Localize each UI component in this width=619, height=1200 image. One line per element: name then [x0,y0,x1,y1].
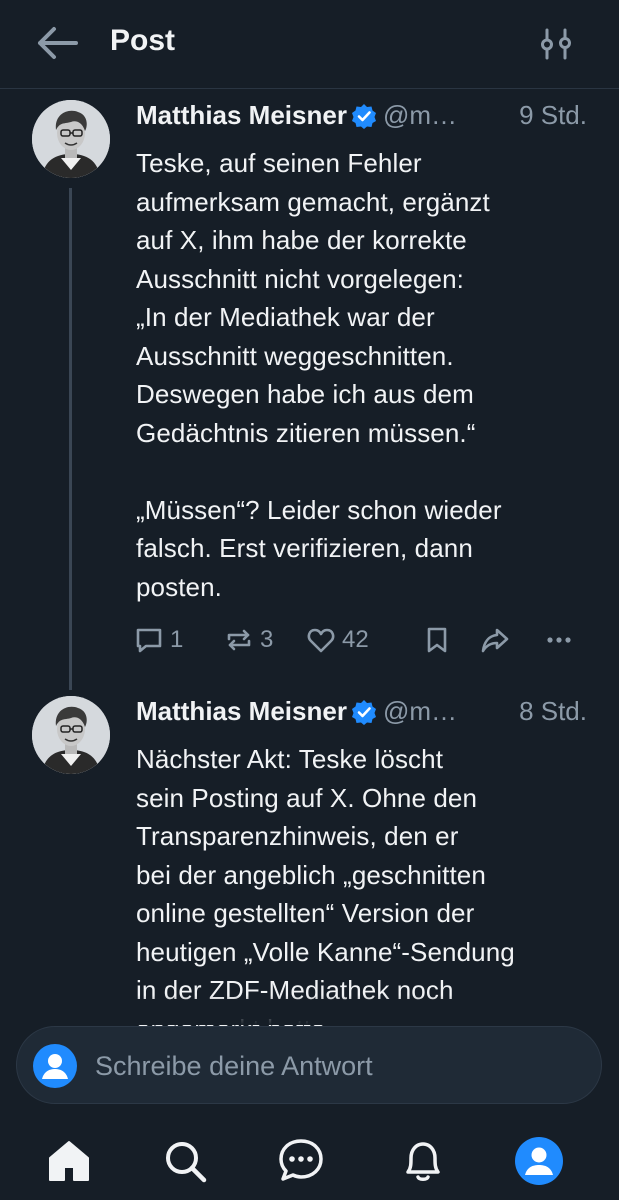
page-title: Post [110,24,176,57]
profile-icon [515,1137,563,1185]
verified-badge-icon [351,699,376,725]
thread-settings-button[interactable] [538,26,574,62]
like-count: 42 [342,626,369,653]
share-icon [481,628,509,653]
back-arrow-icon [38,27,78,59]
avatar[interactable] [32,100,110,178]
home-icon [49,1141,89,1181]
chat-icon [279,1139,323,1181]
bottom-navigation [0,1118,619,1200]
repost-button[interactable]: 3 [224,620,273,660]
repost-icon [227,629,251,651]
nav-search[interactable] [160,1136,210,1186]
author-photo [32,696,110,774]
post-text: Teske, auf seinen Fehler aufmerksam gema… [136,148,502,602]
nav-notifications[interactable] [398,1136,448,1186]
like-button[interactable]: 42 [306,620,369,660]
author-photo [32,100,110,178]
bookmark-icon [427,627,447,653]
more-icon [547,637,571,643]
reply-icon [136,628,162,653]
nav-chat[interactable] [276,1136,326,1186]
post[interactable]: Matthias Meisner @m… 8 Std. Nächster Akt… [0,696,619,1044]
notifications-icon [406,1142,440,1181]
user-avatar-icon [33,1044,77,1088]
reply-count: 1 [170,626,184,653]
reply-button[interactable]: 1 [134,620,183,660]
reply-input[interactable]: Schreibe deine Antwort [16,1026,602,1104]
more-options-button[interactable] [544,620,574,660]
search-icon [166,1142,207,1183]
reply-placeholder: Schreibe deine Antwort [95,1051,373,1081]
like-icon [307,628,335,653]
thread-line [69,188,72,690]
post-header: Matthias Meisner @m… 8 Std. [136,696,599,736]
filter-sliders-icon [541,28,571,60]
verified-badge-icon [351,103,376,129]
nav-home[interactable] [44,1136,94,1186]
author-name[interactable]: Matthias Meisner [136,696,347,726]
top-bar: Post [0,0,619,89]
author-handle[interactable]: @m… [383,100,457,130]
nav-profile[interactable] [514,1136,564,1186]
back-button[interactable] [36,26,78,60]
author-handle[interactable]: @m… [383,696,457,726]
post-actions: 1 3 42 [134,620,594,660]
share-button[interactable] [480,620,510,660]
avatar[interactable] [32,696,110,774]
post-time: 8 Std. [519,696,587,726]
bookmark-button[interactable] [422,620,452,660]
post-time: 9 Std. [519,100,587,130]
author-name[interactable]: Matthias Meisner [136,100,347,130]
post-header: Matthias Meisner @m… 9 Std. [136,100,599,140]
post[interactable]: Matthias Meisner @m… 9 Std. Teske, auf s… [0,100,619,690]
scroll-fade [0,995,619,1025]
repost-count: 3 [260,626,274,653]
